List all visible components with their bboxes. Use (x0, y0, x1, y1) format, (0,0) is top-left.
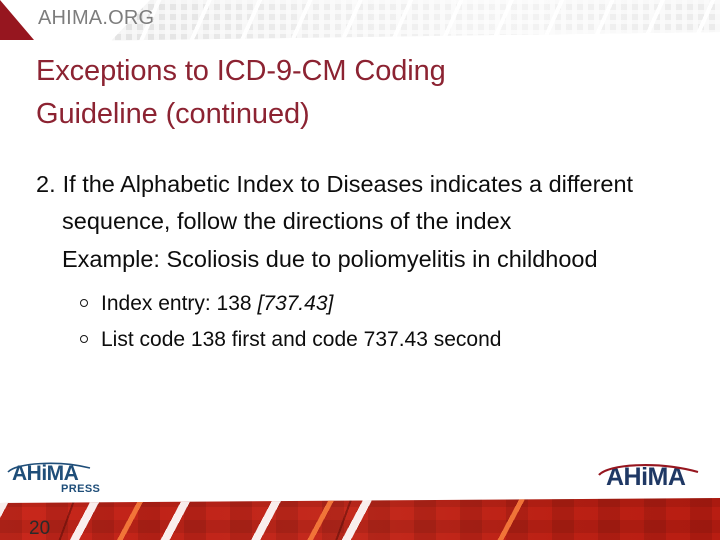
page-number: 20 (29, 518, 51, 539)
footer-white-stripes (0, 498, 390, 540)
numbered-list-item: 2. If the Alphabetic Index to Diseases in… (36, 166, 696, 240)
page-title: Exceptions to ICD-9-CM Coding Guideline … (36, 50, 676, 136)
ahima-corner-logo: AHiMA (598, 463, 699, 491)
sub-item-text: List code 138 first and code 737.43 seco… (101, 328, 502, 351)
list-item: List code 138 first and code 737.43 seco… (80, 322, 696, 358)
example-line: Example: Scoliosis due to poliomyelitis … (62, 246, 598, 272)
slide-body: 2. If the Alphabetic Index to Diseases in… (36, 166, 696, 358)
hollow-circle-bullet-icon (80, 299, 88, 307)
page-title-line2: Guideline (continued) (36, 98, 310, 130)
ahima-press-logo: AHiMA PRESS (7, 462, 100, 495)
sub-item-text: Index entry: 138 (101, 292, 258, 315)
sub-item-code-italic: [737.43] (257, 292, 334, 315)
hollow-circle-bullet-icon (80, 335, 88, 343)
header-brand-label: AHIMA.ORG (38, 7, 155, 29)
list-item-number: 2. (36, 171, 56, 197)
sub-bullet-list: Index entry: 138 [737.43] List code 138 … (36, 286, 696, 358)
list-item: Index entry: 138 [737.43] (80, 286, 696, 322)
list-item-text: If the Alphabetic Index to Diseases indi… (62, 171, 634, 234)
footer-red-band (0, 498, 720, 540)
page-title-line1: Exceptions to ICD-9-CM Coding (36, 55, 446, 87)
press-logo-subtext: PRESS (61, 483, 100, 495)
